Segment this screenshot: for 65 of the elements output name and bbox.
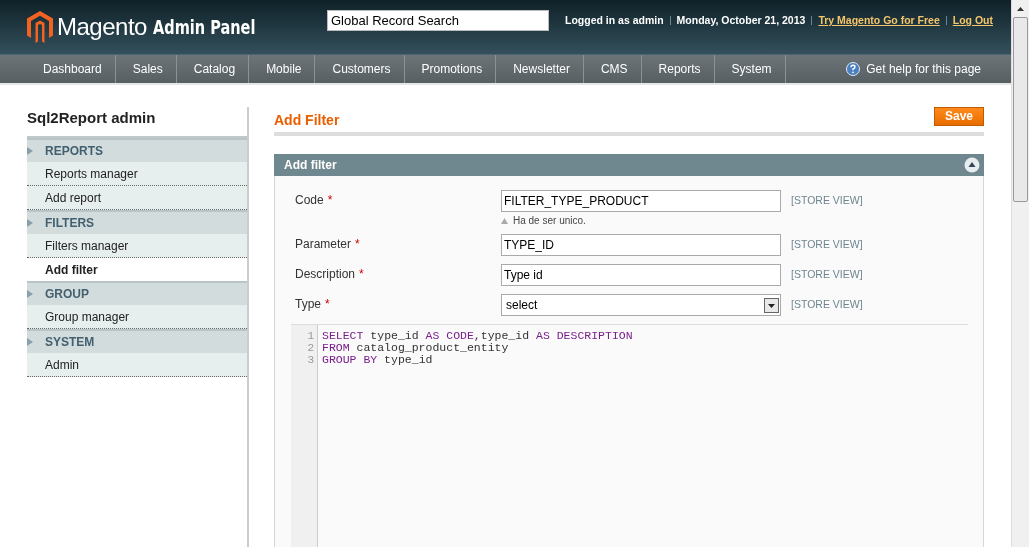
collapse-icon[interactable] (964, 157, 980, 173)
required-mark: * (325, 297, 330, 311)
sidebar-item[interactable]: Filters manager (27, 234, 247, 258)
help-icon[interactable] (846, 62, 861, 76)
dropdown-icon (764, 297, 779, 313)
sidebar-section[interactable]: GROUP (27, 281, 247, 305)
required-mark: * (359, 267, 364, 281)
expand-arrow-icon (27, 147, 33, 155)
code-line: SELECT type_id AS CODE,type_id AS DESCRIPTION (322, 330, 633, 342)
logo-icon (27, 11, 53, 43)
field-label: Type (295, 297, 321, 311)
scope-label: [STORE VIEW] (791, 237, 863, 250)
type-select[interactable]: select (501, 294, 781, 316)
nav-item[interactable]: Dashboard (26, 55, 116, 83)
line-number: 1 (306, 330, 315, 342)
sidebar-item[interactable]: Add report (27, 186, 247, 210)
scope-label: [STORE VIEW] (791, 267, 863, 280)
code-line: GROUP BY type_id (322, 354, 434, 366)
text-field[interactable]: Type id (501, 264, 781, 286)
required-mark: * (327, 193, 333, 207)
hint-arrow-icon (501, 217, 508, 224)
nav-item[interactable]: Reports (641, 55, 715, 83)
field-label: Description (295, 267, 356, 281)
scrollbar[interactable] (1011, 0, 1029, 547)
nav-item[interactable]: System (714, 55, 786, 83)
header-link[interactable]: Log Out (952, 14, 993, 26)
nav-item[interactable]: Catalog (176, 55, 250, 83)
nav-item[interactable]: Sales (115, 55, 177, 83)
page-title: Add Filter (274, 112, 340, 128)
header-link[interactable]: Try Magento Go for Free (818, 14, 940, 26)
user-info: Logged in as admin (565, 14, 664, 26)
nav-item[interactable]: Customers (315, 55, 405, 83)
scroll-up-icon[interactable] (1017, 6, 1024, 11)
field-label: Code (295, 193, 324, 207)
text-field[interactable]: FILTER_TYPE_PRODUCT (501, 190, 781, 212)
sidebar-section[interactable]: REPORTS (27, 138, 247, 162)
search-field[interactable]: Global Record Search (327, 9, 549, 31)
scope-label: [STORE VIEW] (791, 297, 863, 310)
code-editor[interactable]: 1 2 3 SELECT type_id AS CODE,type_id AS DESCRIPTION FROM catalog_product_entity GROUP BY type_id (291, 324, 968, 547)
field-label: Parameter (295, 237, 352, 251)
sidebar-section[interactable]: FILTERS (27, 210, 247, 234)
nav-item[interactable]: Mobile (249, 55, 316, 83)
scroll-thumb[interactable] (1013, 17, 1028, 202)
line-number: 2 (306, 342, 315, 354)
nav-item[interactable]: Newsletter (496, 55, 584, 83)
sidebar-item[interactable]: Group manager (27, 305, 247, 329)
line-number: 3 (306, 354, 315, 366)
code-line: FROM catalog_product_entity (322, 342, 510, 354)
logo-subtitle: Admin Panel (152, 16, 256, 38)
sidebar-section[interactable]: SYSTEM (27, 329, 247, 353)
expand-arrow-icon (27, 338, 33, 346)
expand-arrow-icon (27, 290, 33, 298)
sidebar-item[interactable]: Reports manager (27, 162, 247, 186)
sidebar-item[interactable]: Admin (27, 353, 247, 377)
nav-item[interactable]: CMS (583, 55, 642, 83)
date-text: Monday, October 21, 2013 (676, 14, 806, 26)
panel-title: Add filter (284, 158, 337, 172)
text-field[interactable]: TYPE_ID (501, 234, 781, 256)
logo-text: Magento (57, 13, 147, 41)
nav-item[interactable]: Promotions (404, 55, 497, 83)
expand-arrow-icon (27, 219, 33, 227)
field-note: Ha de ser unico. (513, 215, 586, 226)
required-mark: * (355, 237, 360, 251)
help-link[interactable]: Get help for this page (866, 62, 981, 76)
scope-label: [STORE VIEW] (791, 193, 863, 206)
